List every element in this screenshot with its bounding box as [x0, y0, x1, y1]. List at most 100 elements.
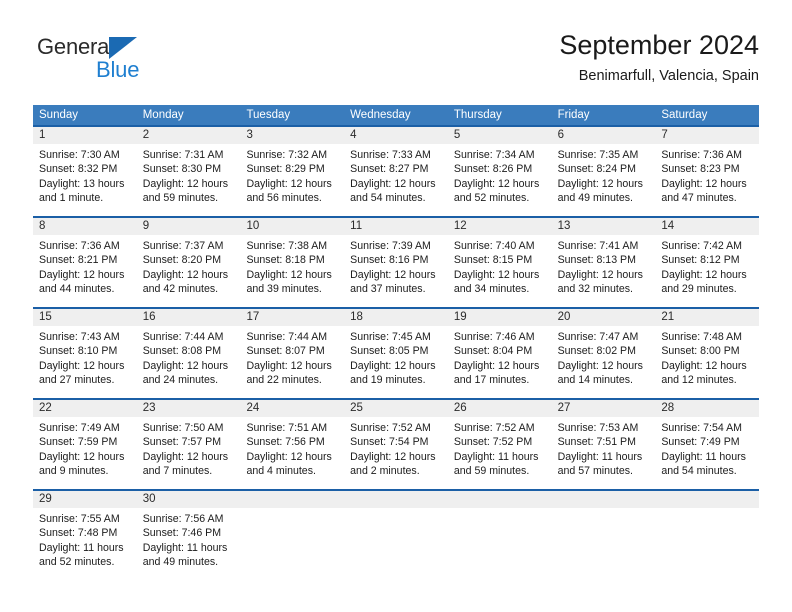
day-number[interactable]: 6 — [552, 127, 656, 144]
daylight-text-line2: and 42 minutes. — [142, 283, 219, 296]
day-number[interactable]: 2 — [137, 127, 241, 144]
day-cell[interactable]: Sunrise: 7:33 AM Sunset: 8:27 PM Dayligh… — [344, 144, 448, 216]
day-cell[interactable]: Sunrise: 7:50 AM Sunset: 7:57 PM Dayligh… — [137, 417, 241, 489]
day-cell[interactable]: Sunrise: 7:36 AM Sunset: 8:23 PM Dayligh… — [655, 144, 759, 216]
daylight-text-line2: and 34 minutes. — [453, 283, 530, 296]
weekday-header-sunday: Sunday — [39, 109, 79, 121]
weekday-header-friday: Friday — [557, 109, 590, 121]
day-cell[interactable]: Sunrise: 7:35 AM Sunset: 8:24 PM Dayligh… — [552, 144, 656, 216]
day-cell[interactable]: Sunrise: 7:34 AM Sunset: 8:26 PM Dayligh… — [448, 144, 552, 216]
day-number[interactable]: 20 — [552, 309, 656, 326]
day-cell[interactable]: Sunrise: 7:49 AM Sunset: 7:59 PM Dayligh… — [33, 417, 137, 489]
daylight-text-line1: Daylight: 12 hours — [142, 177, 229, 190]
week-detail-row: Sunrise: 7:49 AM Sunset: 7:59 PM Dayligh… — [33, 417, 759, 489]
day-cell[interactable]: Sunrise: 7:48 AM Sunset: 8:00 PM Dayligh… — [655, 326, 759, 398]
day-number[interactable]: 25 — [344, 400, 448, 417]
day-cell[interactable]: Sunrise: 7:55 AM Sunset: 7:48 PM Dayligh… — [33, 508, 137, 580]
day-cell[interactable]: Sunrise: 7:54 AM Sunset: 7:49 PM Dayligh… — [655, 417, 759, 489]
day-number[interactable]: 5 — [448, 127, 552, 144]
day-cell[interactable]: Sunrise: 7:40 AM Sunset: 8:15 PM Dayligh… — [448, 235, 552, 307]
day-number[interactable]: 26 — [448, 400, 552, 417]
day-cell-empty — [552, 508, 656, 580]
day-number[interactable]: 24 — [240, 400, 344, 417]
day-cell[interactable]: Sunrise: 7:53 AM Sunset: 7:51 PM Dayligh… — [552, 417, 656, 489]
daylight-text-line2: and 39 minutes. — [246, 283, 322, 296]
day-number[interactable]: 18 — [344, 309, 448, 326]
daylight-text-line2: and 59 minutes. — [453, 465, 530, 478]
day-cell[interactable]: Sunrise: 7:38 AM Sunset: 8:18 PM Dayligh… — [240, 235, 344, 307]
week-row: 1 2 3 4 5 6 7 Sunrise: 7:30 AM Sunset: 8… — [33, 125, 759, 216]
weekday-header-row: Sunday Monday Tuesday Wednesday Thursday… — [33, 105, 759, 125]
day-cell[interactable]: Sunrise: 7:41 AM Sunset: 8:13 PM Dayligh… — [552, 235, 656, 307]
day-number[interactable]: 3 — [240, 127, 344, 144]
sunset-text: Sunset: 8:02 PM — [557, 345, 636, 358]
day-cell[interactable]: Sunrise: 7:56 AM Sunset: 7:46 PM Dayligh… — [137, 508, 241, 580]
day-cell[interactable]: Sunrise: 7:46 AM Sunset: 8:04 PM Dayligh… — [448, 326, 552, 398]
daylight-text-line1: Daylight: 12 hours — [453, 177, 540, 190]
daylight-text-line2: and 22 minutes. — [246, 374, 322, 387]
day-cell[interactable]: Sunrise: 7:43 AM Sunset: 8:10 PM Dayligh… — [33, 326, 137, 398]
weekday-header-wednesday: Wednesday — [350, 109, 411, 121]
day-cell[interactable]: Sunrise: 7:30 AM Sunset: 8:32 PM Dayligh… — [33, 144, 137, 216]
day-cell[interactable]: Sunrise: 7:42 AM Sunset: 8:12 PM Dayligh… — [655, 235, 759, 307]
day-number[interactable]: 15 — [33, 309, 137, 326]
day-cell[interactable]: Sunrise: 7:47 AM Sunset: 8:02 PM Dayligh… — [552, 326, 656, 398]
day-cell[interactable]: Sunrise: 7:52 AM Sunset: 7:52 PM Dayligh… — [448, 417, 552, 489]
day-number[interactable]: 30 — [137, 491, 241, 508]
sunset-text: Sunset: 8:27 PM — [350, 163, 429, 176]
day-cell[interactable]: Sunrise: 7:32 AM Sunset: 8:29 PM Dayligh… — [240, 144, 344, 216]
daylight-text-line1: Daylight: 12 hours — [39, 268, 125, 281]
day-number[interactable]: 9 — [137, 218, 241, 235]
sunrise-text: Sunrise: 7:41 AM — [557, 240, 639, 252]
day-cell[interactable]: Sunrise: 7:37 AM Sunset: 8:20 PM Dayligh… — [137, 235, 241, 307]
week-detail-row: Sunrise: 7:36 AM Sunset: 8:21 PM Dayligh… — [33, 235, 759, 307]
sunrise-text: Sunrise: 7:40 AM — [453, 240, 535, 252]
day-number[interactable]: 12 — [448, 218, 552, 235]
day-number[interactable]: 28 — [655, 400, 759, 417]
day-number[interactable]: 19 — [448, 309, 552, 326]
sunrise-text: Sunrise: 7:52 AM — [350, 422, 431, 434]
day-number[interactable]: 10 — [240, 218, 344, 235]
daylight-text-line1: Daylight: 11 hours — [557, 450, 643, 463]
day-cell[interactable]: Sunrise: 7:36 AM Sunset: 8:21 PM Dayligh… — [33, 235, 137, 307]
daylight-text-line2: and 14 minutes. — [557, 374, 633, 387]
daylight-text-line1: Daylight: 11 hours — [453, 450, 539, 463]
daylight-text-line2: and 27 minutes. — [39, 374, 115, 387]
daylight-text-line1: Daylight: 12 hours — [453, 268, 540, 281]
day-cell[interactable]: Sunrise: 7:51 AM Sunset: 7:56 PM Dayligh… — [240, 417, 344, 489]
day-number[interactable]: 17 — [240, 309, 344, 326]
daylight-text-line2: and 52 minutes. — [453, 192, 530, 205]
sunset-text: Sunset: 8:20 PM — [142, 254, 222, 267]
day-number[interactable]: 29 — [33, 491, 137, 508]
sunset-text: Sunset: 8:12 PM — [661, 254, 740, 267]
day-number[interactable]: 1 — [33, 127, 137, 144]
day-number[interactable]: 7 — [655, 127, 759, 144]
sunrise-text: Sunrise: 7:36 AM — [661, 149, 742, 161]
day-number[interactable]: 14 — [655, 218, 759, 235]
day-cell[interactable]: Sunrise: 7:44 AM Sunset: 8:08 PM Dayligh… — [137, 326, 241, 398]
sunset-text: Sunset: 7:48 PM — [39, 527, 118, 540]
daylight-text-line1: Daylight: 12 hours — [142, 450, 229, 463]
daylight-text-line1: Daylight: 12 hours — [39, 359, 125, 372]
daylight-text-line2: and 24 minutes. — [142, 374, 219, 387]
logo-text-blue: Blue — [96, 57, 140, 82]
day-number[interactable]: 4 — [344, 127, 448, 144]
day-cell[interactable]: Sunrise: 7:52 AM Sunset: 7:54 PM Dayligh… — [344, 417, 448, 489]
day-number[interactable]: 21 — [655, 309, 759, 326]
day-cell[interactable]: Sunrise: 7:39 AM Sunset: 8:16 PM Dayligh… — [344, 235, 448, 307]
day-number[interactable]: 13 — [552, 218, 656, 235]
day-cell[interactable]: Sunrise: 7:45 AM Sunset: 8:05 PM Dayligh… — [344, 326, 448, 398]
sunset-text: Sunset: 8:29 PM — [246, 163, 325, 176]
day-number[interactable]: 27 — [552, 400, 656, 417]
day-number[interactable]: 16 — [137, 309, 241, 326]
day-number-empty — [552, 491, 656, 508]
day-number[interactable]: 11 — [344, 218, 448, 235]
day-cell[interactable]: Sunrise: 7:44 AM Sunset: 8:07 PM Dayligh… — [240, 326, 344, 398]
day-number[interactable]: 22 — [33, 400, 137, 417]
logo-general-blue[interactable]: General Blue — [37, 34, 237, 90]
day-cell[interactable]: Sunrise: 7:31 AM Sunset: 8:30 PM Dayligh… — [137, 144, 241, 216]
day-number[interactable]: 23 — [137, 400, 241, 417]
day-number[interactable]: 8 — [33, 218, 137, 235]
sunset-text: Sunset: 7:56 PM — [246, 436, 325, 449]
page-header: General Blue September 2024 Benimarfull,… — [33, 28, 759, 96]
